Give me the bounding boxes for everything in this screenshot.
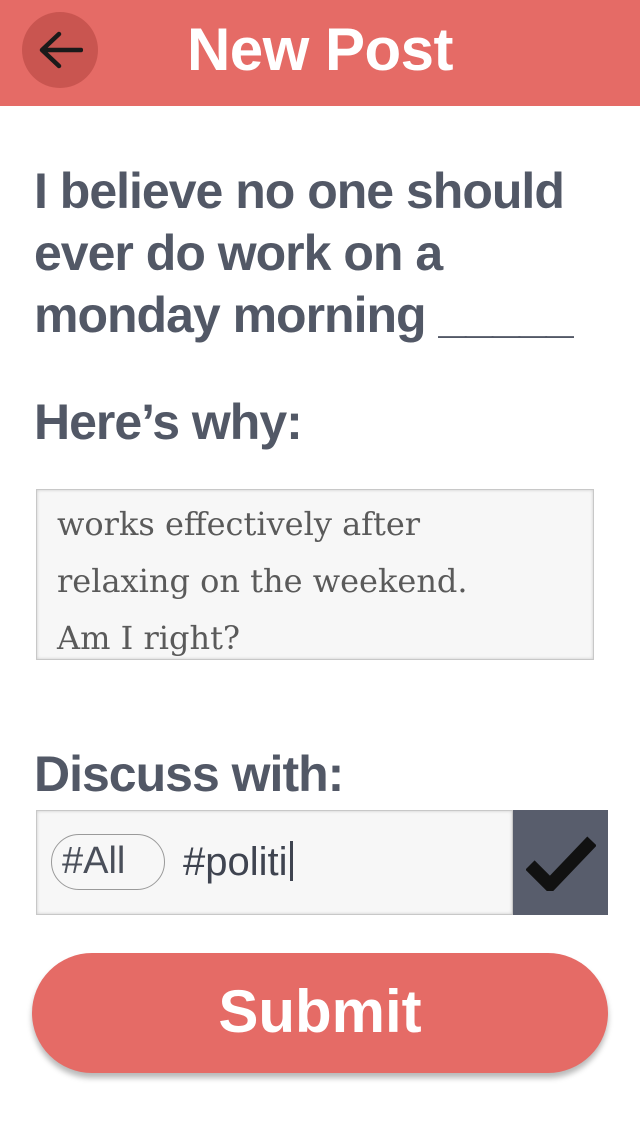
why-label: Here’s why:	[34, 394, 303, 450]
belief-statement: I believe no one should ever do work on …	[34, 160, 624, 346]
belief-line: I believe no one should	[34, 163, 565, 219]
submit-button[interactable]: Submit	[32, 953, 608, 1073]
belief-line: ever do work on a	[34, 225, 443, 281]
reason-textarea[interactable]: works effectively after relaxing on the …	[36, 489, 594, 660]
text-cursor	[289, 841, 293, 881]
app-header: New Post	[0, 0, 640, 106]
checkmark-icon	[525, 836, 596, 891]
confirm-tag-button[interactable]	[513, 810, 608, 915]
reason-line: works effectively after	[57, 505, 421, 543]
reason-line: Am I right?	[57, 619, 241, 657]
page-title: New Post	[186, 16, 454, 83]
tag-input[interactable]: #All #politi	[36, 810, 513, 915]
tag-input-text: #politi	[183, 834, 293, 890]
tag-chip-all[interactable]: #All	[51, 834, 165, 890]
discuss-label: Discuss with:	[34, 746, 344, 802]
typed-tag: #politi	[183, 840, 288, 884]
reason-line: relaxing on the weekend.	[57, 562, 468, 600]
belief-line: monday morning _____	[34, 287, 574, 343]
